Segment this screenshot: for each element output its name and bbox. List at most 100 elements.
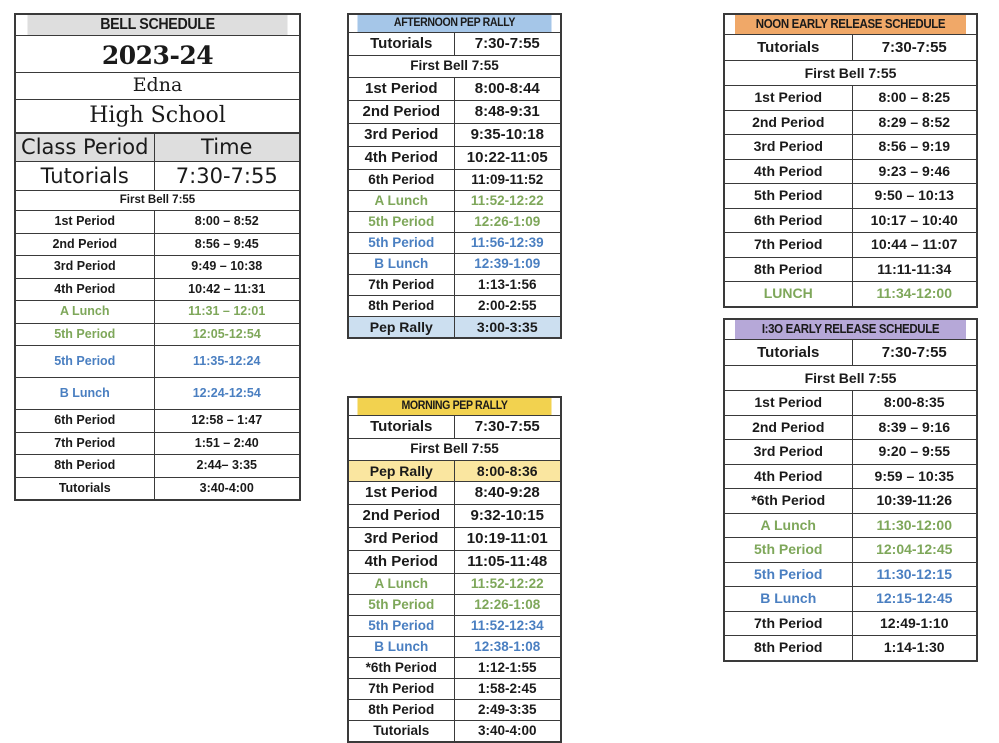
row-time-value: 7:30-7:55 <box>453 32 562 56</box>
row-period-label: 5th Period <box>723 183 853 209</box>
table-row: B Lunch 12:39-1:09 <box>347 253 562 275</box>
school-name-line2: High School <box>14 99 301 134</box>
table-row: 1st Period 8:40-9:28 <box>347 481 562 505</box>
row-time-value: 8:00-8:35 <box>851 390 978 416</box>
row-period-label: 3rd Period <box>14 255 155 279</box>
first-bell-label: First Bell 7:55 <box>347 438 562 461</box>
row-time-value: 11:34-12:00 <box>851 281 978 307</box>
row-time-value: 8:29 – 8:52 <box>851 109 978 135</box>
main-schedule-banner: BELL SCHEDULE <box>25 13 290 36</box>
row-time-value: 12:58 – 1:47 <box>153 409 301 433</box>
first-bell-label: First Bell 7:55 <box>14 190 301 211</box>
row-time-value: 8:00 – 8:25 <box>851 85 978 111</box>
row-time-value: 2:49-3:35 <box>453 699 562 721</box>
row-period-label: Tutorials <box>347 720 455 743</box>
row-period-label: 3rd Period <box>347 123 455 147</box>
table-row: 8th Period 2:49-3:35 <box>347 699 562 721</box>
first-bell-row: First Bell 7:55 <box>723 60 978 86</box>
row-period-label: A Lunch <box>14 300 155 324</box>
table-row: 7th Period 1:51 – 2:40 <box>14 431 301 455</box>
row-time-value: 1:12-1:55 <box>453 657 562 679</box>
main-schedule-column-header-row: Class Period Time <box>14 132 301 162</box>
row-time-value: 12:26-1:09 <box>453 211 562 233</box>
row-time-value: 10:42 – 11:31 <box>153 277 301 301</box>
row-period-label: *6th Period <box>723 488 853 514</box>
table-row: 1st Period 8:00 – 8:25 <box>723 85 978 111</box>
table-row: 7th Period 10:44 – 11:07 <box>723 232 978 258</box>
table-row: 2nd Period 8:48-9:31 <box>347 100 562 124</box>
row-time-value: 11:52-12:22 <box>453 573 562 595</box>
row-time-value: 10:19-11:01 <box>453 527 562 551</box>
table-row: 5th Period 12:26-1:09 <box>347 211 562 233</box>
table-row: 3rd Period 9:49 – 10:38 <box>14 255 301 279</box>
row-time-value: 1:51 – 2:40 <box>153 431 301 455</box>
table-row: 5th Period 9:50 – 10:13 <box>723 183 978 209</box>
noon-early-release-body: 1st Period 8:00 – 8:25 2nd Period 8:29 – 8:… <box>723 85 978 307</box>
row-period-label: 4th Period <box>723 463 853 489</box>
row-time-value: 9:23 – 9:46 <box>851 158 978 184</box>
row-period-label: 1st Period <box>347 481 455 505</box>
row-period-label: 4th Period <box>14 277 155 301</box>
table-row: *6th Period 1:12-1:55 <box>347 657 562 679</box>
table-row: 5th Period 12:05-12:54 <box>14 322 301 346</box>
table-row: 3rd Period 8:56 – 9:19 <box>723 134 978 160</box>
table-row: 1st Period 8:00 – 8:52 <box>14 210 301 234</box>
row-time-value: 1:58-2:45 <box>453 678 562 700</box>
row-period-label: 5th Period <box>347 594 455 616</box>
table-row: 8th Period 11:11-11:34 <box>723 256 978 282</box>
row-period-label: Tutorials <box>347 32 455 56</box>
row-period-label: 5th Period <box>14 322 155 346</box>
row-period-label: Tutorials <box>14 161 155 191</box>
row-period-label: 2nd Period <box>723 414 853 440</box>
table-row: 2nd Period 8:56 – 9:45 <box>14 232 301 256</box>
row-period-label: 3rd Period <box>347 527 455 551</box>
row-time-value: 8:48-9:31 <box>453 100 562 124</box>
table-row: 3rd Period 9:35-10:18 <box>347 123 562 147</box>
row-time-value: 12:49-1:10 <box>851 610 978 636</box>
row-time-value: 9:49 – 10:38 <box>153 255 301 279</box>
row-period-label: 7th Period <box>723 232 853 258</box>
row-period-label: 5th Period <box>347 232 455 254</box>
table-row: 5th Period 11:30-12:15 <box>723 561 978 587</box>
table-row: 5th Period 12:04-12:45 <box>723 537 978 563</box>
afternoon-pep-rally-banner: AFTERNOON PEP RALLY <box>356 13 553 33</box>
row-period-label: 8th Period <box>14 454 155 478</box>
row-period-label: 5th Period <box>723 537 853 563</box>
row-period-label: 2nd Period <box>14 232 155 256</box>
morning-pep-rally-banner: MORNING PEP RALLY <box>356 396 553 416</box>
row-period-label: 2nd Period <box>347 504 455 528</box>
row-period-label: Pep Rally <box>347 316 455 339</box>
morning-pep-rally-body: Pep Rally 8:00-8:36 1st Period 8:40-9:28 2nd… <box>347 460 562 743</box>
row-time-value: 12:38-1:08 <box>453 636 562 658</box>
table-row: Tutorials 7:30-7:55 <box>14 161 301 191</box>
row-time-value: 7:30-7:55 <box>453 415 562 439</box>
first-bell-row: First Bell 7:55 <box>347 438 562 461</box>
row-time-value: 7:30-7:55 <box>153 161 301 191</box>
row-time-value: 11:09-11:52 <box>453 169 562 191</box>
table-row: 8th Period 2:00-2:55 <box>347 295 562 317</box>
row-time-value: 1:13-1:56 <box>453 274 562 296</box>
row-period-label: LUNCH <box>723 281 853 307</box>
row-period-label: 7th Period <box>14 431 155 455</box>
table-row: 2nd Period 8:39 – 9:16 <box>723 414 978 440</box>
first-bell-label: First Bell 7:55 <box>723 365 978 391</box>
table-row: Pep Rally 3:00-3:35 <box>347 316 562 339</box>
table-row: 7th Period 1:13-1:56 <box>347 274 562 296</box>
table-row: Tutorials 7:30-7:55 <box>723 339 978 366</box>
table-row: A Lunch 11:31 – 12:01 <box>14 300 301 324</box>
row-time-value: 10:17 – 10:40 <box>851 207 978 233</box>
row-period-label: 8th Period <box>723 635 853 661</box>
table-row: 4th Period 9:23 – 9:46 <box>723 158 978 184</box>
first-bell-row: First Bell 7:55 <box>723 365 978 391</box>
row-period-label: 6th Period <box>14 409 155 433</box>
row-period-label: B Lunch <box>347 636 455 658</box>
row-period-label: A Lunch <box>347 190 455 212</box>
early-release-130-table: I:3O EARLY RELEASE SCHEDULE Tutorials 7:… <box>723 318 978 662</box>
row-time-value: 9:59 – 10:35 <box>851 463 978 489</box>
school-year-row: 2023-24 <box>14 35 301 73</box>
table-row: 1st Period 8:00-8:35 <box>723 390 978 416</box>
noon-early-release-banner: NOON EARLY RELEASE SCHEDULE <box>733 13 968 35</box>
table-row: 4th Period 10:42 – 11:31 <box>14 277 301 301</box>
row-period-label: 4th Period <box>723 158 853 184</box>
early-release-130-banner: I:3O EARLY RELEASE SCHEDULE <box>733 318 968 340</box>
